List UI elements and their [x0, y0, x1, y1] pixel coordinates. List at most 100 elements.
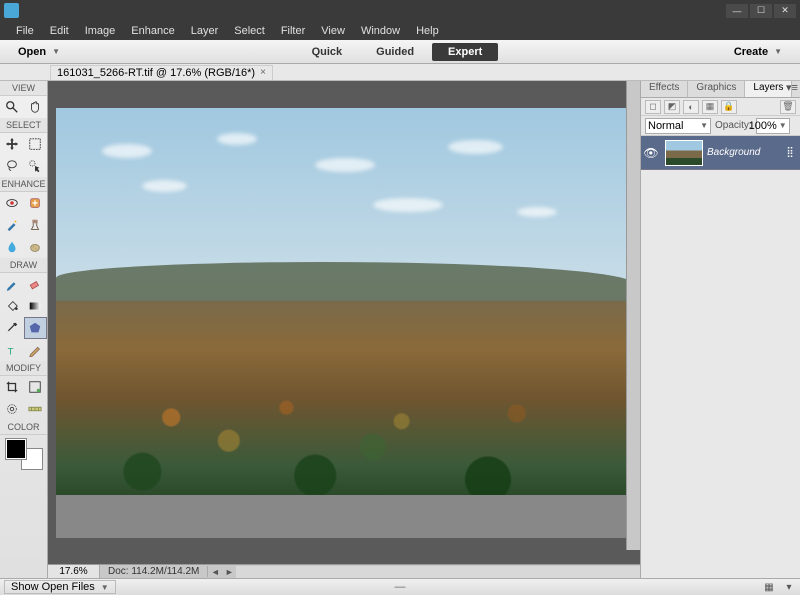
close-icon[interactable]: × — [260, 67, 266, 78]
chevron-down-icon[interactable]: ▾ — [782, 582, 796, 593]
opacity-label: Opacity: — [715, 120, 752, 131]
marquee-tool[interactable] — [24, 133, 48, 155]
blend-mode-value: Normal — [648, 120, 683, 132]
layer-thumbnail[interactable] — [665, 140, 703, 166]
chevron-down-icon: ▼ — [774, 47, 782, 56]
close-button[interactable]: ✕ — [774, 4, 796, 18]
title-bar: — ☐ ✕ — [0, 0, 800, 21]
eraser-tool[interactable] — [24, 273, 48, 295]
horizontal-scrollbar[interactable] — [236, 566, 640, 578]
grid-view-icon[interactable]: ▦ — [762, 582, 776, 593]
menu-edit[interactable]: Edit — [42, 23, 77, 39]
window-controls: — ☐ ✕ — [726, 4, 796, 18]
right-panel: Effects Graphics Layers ▾≡ ◻ ◩ ◐ ▦ 🔒 🗑 N… — [640, 81, 800, 578]
mode-tab-expert[interactable]: Expert — [432, 43, 498, 61]
mode-tab-guided[interactable]: Guided — [360, 43, 430, 61]
menu-view[interactable]: View — [313, 23, 353, 39]
panel-tab-effects[interactable]: Effects — [641, 81, 688, 97]
blur-tool[interactable] — [0, 236, 24, 258]
layer-toolbar: ◻ ◩ ◐ ▦ 🔒 🗑 — [641, 98, 800, 116]
spot-heal-tool[interactable] — [24, 192, 48, 214]
section-draw: DRAW — [0, 258, 47, 273]
app-icon — [4, 3, 19, 18]
straighten-tool[interactable] — [24, 398, 48, 420]
maximize-button[interactable]: ☐ — [750, 4, 772, 18]
lasso-tool[interactable] — [0, 155, 24, 177]
new-layer-button[interactable]: ◻ — [645, 100, 661, 114]
menu-image[interactable]: Image — [77, 23, 124, 39]
sponge-tool[interactable] — [24, 236, 48, 258]
new-group-button[interactable]: ◩ — [664, 100, 680, 114]
canvas-area[interactable] — [48, 81, 640, 564]
recompose-tool[interactable] — [24, 376, 48, 398]
show-open-files-button[interactable]: Show Open Files ▼ — [4, 580, 116, 594]
layer-mask-button[interactable]: ▦ — [702, 100, 718, 114]
tool-panel: VIEW SELECT ENHANCE DRAW — [0, 81, 48, 578]
mode-tab-quick[interactable]: Quick — [296, 43, 359, 61]
lock-layer-button[interactable]: 🔒 — [721, 100, 737, 114]
document-tab-label: 161031_5266-RT.tif @ 17.6% (RGB/16*) — [57, 67, 255, 79]
paint-bucket-tool[interactable] — [0, 295, 24, 317]
canvas-wrap: 17.6% Doc: 114.2M/114.2M ◄ ► — [48, 81, 640, 578]
cookie-cutter-tool[interactable] — [0, 398, 24, 420]
zoom-tool[interactable] — [0, 96, 24, 118]
vertical-scrollbar[interactable] — [626, 81, 640, 550]
color-swatch[interactable] — [6, 439, 42, 469]
main-area: VIEW SELECT ENHANCE DRAW — [0, 81, 800, 578]
redeye-tool[interactable] — [0, 192, 24, 214]
delete-layer-button[interactable]: 🗑 — [780, 100, 796, 114]
blend-mode-select[interactable]: Normal ▼ — [645, 118, 711, 134]
lock-icon[interactable]: ⣿ — [780, 147, 800, 158]
document-canvas[interactable] — [56, 108, 632, 538]
pencil-tool[interactable] — [24, 339, 48, 361]
panel-options-icon[interactable]: ▾≡ — [784, 81, 800, 94]
section-color: COLOR — [0, 420, 47, 435]
shape-tool[interactable] — [24, 317, 48, 339]
menu-select[interactable]: Select — [226, 23, 273, 39]
layer-list: 👁 Background ⣿ — [641, 136, 800, 578]
collapse-bottom-bar[interactable]: — — [395, 581, 406, 593]
eyedropper-tool[interactable] — [0, 317, 24, 339]
scroll-right-arrow[interactable]: ► — [222, 567, 236, 577]
layer-item-background[interactable]: 👁 Background ⣿ — [641, 136, 800, 170]
menu-bar: File Edit Image Enhance Layer Select Fil… — [0, 21, 800, 40]
blend-opacity-row: Normal ▼ Opacity: 100% ▼ — [641, 116, 800, 136]
section-view: VIEW — [0, 81, 47, 96]
menu-window[interactable]: Window — [353, 23, 408, 39]
crop-tool[interactable] — [0, 376, 24, 398]
foreground-color[interactable] — [6, 439, 26, 459]
scroll-left-arrow[interactable]: ◄ — [208, 567, 222, 577]
menu-enhance[interactable]: Enhance — [123, 23, 182, 39]
zoom-readout[interactable]: 17.6% — [48, 565, 100, 578]
doc-size-readout[interactable]: Doc: 114.2M/114.2M — [100, 566, 208, 577]
mode-tabs: Quick Guided Expert — [296, 43, 499, 61]
minimize-button[interactable]: — — [726, 4, 748, 18]
smart-brush-tool[interactable] — [0, 214, 24, 236]
visibility-toggle-icon[interactable]: 👁 — [641, 146, 661, 160]
hand-tool[interactable] — [24, 96, 48, 118]
gradient-tool[interactable] — [24, 295, 48, 317]
menu-file[interactable]: File — [8, 23, 42, 39]
clone-stamp-tool[interactable] — [24, 214, 48, 236]
layer-name: Background — [707, 147, 780, 158]
adjustment-layer-button[interactable]: ◐ — [683, 100, 699, 114]
quick-select-tool[interactable] — [24, 155, 48, 177]
status-scroll-bar: 17.6% Doc: 114.2M/114.2M ◄ ► — [48, 564, 640, 578]
type-tool[interactable]: T — [0, 339, 24, 361]
open-button[interactable]: Open ▼ — [10, 44, 68, 60]
document-tab-bar: 161031_5266-RT.tif @ 17.6% (RGB/16*) × — [0, 64, 800, 81]
menu-layer[interactable]: Layer — [183, 23, 227, 39]
create-button[interactable]: Create ▼ — [726, 44, 790, 60]
menu-help[interactable]: Help — [408, 23, 447, 39]
panel-tab-graphics[interactable]: Graphics — [688, 81, 745, 97]
bottom-bar: Show Open Files ▼ — ▦ ▾ — [0, 578, 800, 595]
opacity-input[interactable]: 100% ▼ — [756, 118, 790, 134]
brush-tool[interactable] — [0, 273, 24, 295]
open-label: Open — [18, 46, 46, 58]
menu-filter[interactable]: Filter — [273, 23, 313, 39]
document-tab[interactable]: 161031_5266-RT.tif @ 17.6% (RGB/16*) × — [50, 65, 273, 80]
toolbar-top: Open ▼ Quick Guided Expert Create ▼ — [0, 40, 800, 64]
svg-text:T: T — [7, 346, 13, 357]
move-tool[interactable] — [0, 133, 24, 155]
opacity-value: 100% — [749, 120, 777, 132]
